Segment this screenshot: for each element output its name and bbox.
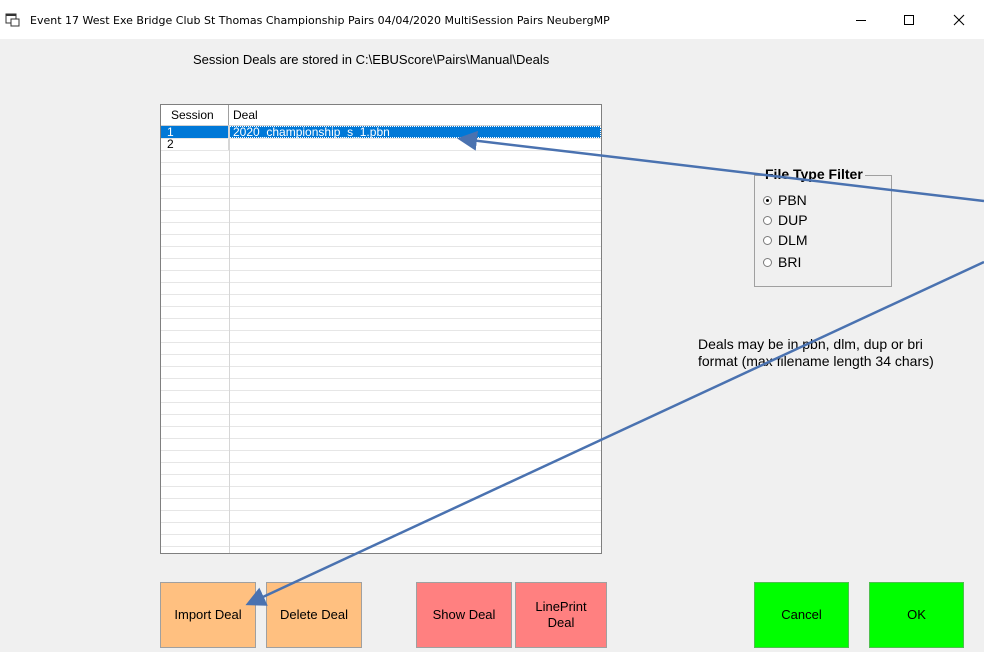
delete-deal-button[interactable]: Delete Deal [266, 582, 362, 648]
grid-line [161, 270, 601, 271]
format-note: Deals may be in pbn, dlm, dup or bri for… [698, 336, 934, 369]
grid-line [161, 402, 601, 403]
grid-line [161, 414, 601, 415]
grid-line [161, 522, 601, 523]
grid-header: Session Deal [161, 105, 601, 126]
close-button[interactable] [936, 0, 982, 39]
grid-line [161, 486, 601, 487]
show-deal-button[interactable]: Show Deal [416, 582, 512, 648]
close-icon [953, 14, 965, 25]
grid-line [161, 366, 601, 367]
grid-line [161, 390, 601, 391]
grid-line [161, 198, 601, 199]
radio-bri[interactable]: BRI [763, 254, 801, 270]
grid-line [161, 318, 601, 319]
maximize-button[interactable] [886, 0, 932, 39]
deal-cell [229, 138, 601, 150]
deals-grid[interactable]: Session Deal 1 2020_championship_s_1.pbn… [160, 104, 602, 554]
radio-empty-icon [763, 235, 772, 245]
grid-line [161, 546, 601, 547]
deals-location-text: Session Deals are stored in C:\EBUScore\… [193, 52, 550, 67]
radio-empty-icon [763, 257, 772, 267]
grid-line [161, 510, 601, 511]
grid-line [161, 498, 601, 499]
session-cell: 2 [161, 138, 229, 150]
grid-line [161, 282, 601, 283]
radio-pbn[interactable]: PBN [763, 192, 807, 208]
grid-line [161, 174, 601, 175]
radio-selected-icon [763, 195, 772, 205]
grid-line [161, 210, 601, 211]
radio-label: DLM [778, 232, 808, 248]
column-separator [229, 126, 230, 553]
grid-line [161, 186, 601, 187]
grid-line [161, 294, 601, 295]
grid-line [161, 222, 601, 223]
grid-line [161, 426, 601, 427]
title-bar: Event 17 West Exe Bridge Club St Thomas … [0, 0, 984, 39]
grid-line [161, 378, 601, 379]
radio-empty-icon [763, 215, 772, 225]
grid-line [161, 306, 601, 307]
grid-line [161, 246, 601, 247]
grid-line [161, 474, 601, 475]
column-header-deal[interactable]: Deal [229, 105, 601, 125]
radio-label: BRI [778, 254, 802, 270]
grid-line [161, 450, 601, 451]
grid-line [161, 534, 601, 535]
app-icon [5, 13, 20, 27]
radio-dlm[interactable]: DLM [763, 232, 808, 248]
file-type-filter-title: File Type Filter [763, 166, 865, 182]
table-row[interactable]: 2 [161, 138, 601, 150]
table-row[interactable]: 1 2020_championship_s_1.pbn [161, 126, 601, 138]
file-type-filter-group: File Type Filter PBN DUP DLM BRI [754, 166, 892, 287]
grid-line [161, 354, 601, 355]
grid-line [161, 138, 601, 139]
grid-line [161, 162, 601, 163]
radio-label: DUP [778, 212, 808, 228]
column-header-session[interactable]: Session [161, 105, 229, 125]
grid-body: 1 2020_championship_s_1.pbn 2 [161, 126, 601, 553]
grid-line [161, 258, 601, 259]
radio-label: PBN [778, 192, 807, 208]
grid-line [161, 234, 601, 235]
minimize-icon [856, 19, 866, 21]
ok-button[interactable]: OK [869, 582, 964, 648]
lineprint-deal-button[interactable]: LinePrint Deal [515, 582, 607, 648]
radio-dup[interactable]: DUP [763, 212, 808, 228]
grid-line [161, 462, 601, 463]
maximize-icon [904, 14, 914, 25]
import-deal-button[interactable]: Import Deal [160, 582, 256, 648]
grid-line [161, 438, 601, 439]
grid-line [161, 342, 601, 343]
minimize-button[interactable] [838, 0, 884, 39]
grid-line [161, 330, 601, 331]
cancel-button[interactable]: Cancel [754, 582, 849, 648]
grid-line [161, 150, 601, 151]
deal-cell: 2020_championship_s_1.pbn [229, 126, 601, 138]
window-title: Event 17 West Exe Bridge Club St Thomas … [30, 14, 610, 27]
